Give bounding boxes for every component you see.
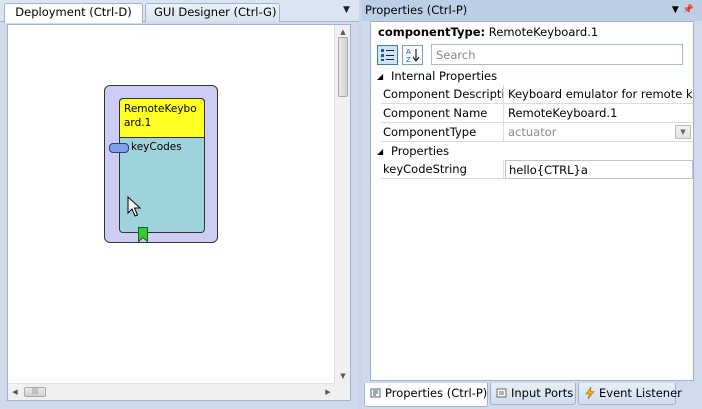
categorized-view-button[interactable] (377, 45, 398, 65)
tab-label: Input Ports (511, 386, 574, 400)
alphabetical-sort-button[interactable]: A Z (402, 45, 423, 65)
component-remote-keyboard[interactable]: RemoteKeyboard.1 keyCodes (104, 85, 218, 243)
svg-text:Z: Z (406, 56, 411, 63)
component-type-select[interactable]: actuator (505, 123, 693, 142)
properties-grid: keyCodeString hello{CTRL}a (381, 160, 693, 179)
component-type-label: componentType: (378, 25, 486, 39)
tab-label: Event Listener (599, 386, 682, 400)
keycodestring-input[interactable]: hello{CTRL}a (505, 160, 693, 179)
search-input[interactable] (431, 44, 683, 65)
tab-label: Properties (Ctrl-P) (385, 386, 488, 400)
horizontal-scrollbar[interactable]: ◀ ||| ▶ (8, 383, 335, 400)
input-port-label: keyCodes (131, 141, 182, 153)
property-value[interactable]: RemoteKeyboard.1 (505, 104, 693, 123)
properties-icon (370, 387, 382, 399)
tab-gui-designer[interactable]: GUI Designer (Ctrl-G) (145, 3, 280, 22)
event-port-icon[interactable] (138, 227, 148, 242)
properties-title: Properties (Ctrl-P) (365, 3, 468, 17)
property-name: ComponentType (381, 123, 504, 142)
deployment-canvas-frame: RemoteKeyboard.1 keyCodes ▲ ▼ ◀ ||| ▶ (7, 24, 351, 401)
section-label: Properties (391, 144, 450, 158)
deployment-canvas[interactable]: RemoteKeyboard.1 keyCodes (8, 25, 335, 383)
pin-icon[interactable]: 📌 (683, 5, 698, 15)
property-name: Component Description (381, 85, 504, 104)
input-port-keycodes[interactable] (109, 143, 129, 153)
sort-az-icon: A Z (406, 48, 419, 64)
property-row[interactable]: Component Description Keyboard emulator … (381, 85, 693, 104)
component-title[interactable]: RemoteKeyboard.1 (119, 98, 205, 138)
collapse-icon[interactable]: ◢ (377, 143, 383, 160)
vertical-scrollbar[interactable]: ▲ ▼ (334, 25, 350, 383)
property-row[interactable]: ComponentType actuator ▼ (381, 123, 693, 142)
tab-event-listener[interactable]: Event Listener (578, 383, 682, 405)
input-ports-icon (496, 387, 508, 399)
property-row[interactable]: keyCodeString hello{CTRL}a (381, 160, 693, 179)
properties-titlebar: Properties (Ctrl-P) ▼📌 (362, 0, 702, 21)
scroll-right-icon[interactable]: ▶ (321, 384, 335, 400)
mouse-cursor-icon (127, 196, 142, 217)
component-type-value: RemoteKeyboard.1 (488, 25, 599, 39)
section-internal-properties[interactable]: ◢ Internal Properties (371, 68, 693, 85)
property-row[interactable]: Component Name RemoteKeyboard.1 (381, 104, 693, 123)
scroll-left-icon[interactable]: ◀ (8, 384, 22, 400)
lightning-icon (584, 385, 596, 400)
scroll-corner (334, 383, 350, 400)
document-tabstrip: Deployment (Ctrl-D) GUI Designer (Ctrl-G… (0, 0, 359, 23)
scroll-down-icon[interactable]: ▼ (335, 369, 351, 383)
tab-deployment[interactable]: Deployment (Ctrl-D) (4, 3, 143, 23)
vertical-scroll-thumb[interactable] (338, 37, 348, 97)
tab-dropdown-icon[interactable]: ▼ (343, 5, 350, 15)
component-type-header: componentType: RemoteKeyboard.1 (378, 25, 598, 39)
categorized-icon (381, 49, 394, 61)
property-name: Component Name (381, 104, 504, 123)
pane-menu-icon[interactable]: ▼ (672, 5, 683, 15)
horizontal-scroll-thumb[interactable]: ||| (24, 387, 46, 397)
collapse-icon[interactable]: ◢ (377, 68, 383, 85)
section-properties[interactable]: ◢ Properties (371, 143, 693, 160)
section-label: Internal Properties (391, 69, 498, 83)
property-name: keyCodeString (381, 160, 504, 179)
properties-pane: Properties (Ctrl-P) ▼📌 componentType: Re… (362, 0, 702, 409)
tab-input-ports[interactable]: Input Ports (490, 383, 576, 405)
deployment-pane: Deployment (Ctrl-D) GUI Designer (Ctrl-G… (0, 0, 359, 409)
svg-text:A: A (406, 48, 411, 56)
property-value[interactable]: Keyboard emulator for remote keyboard (505, 85, 693, 104)
chevron-down-icon[interactable]: ▼ (675, 125, 691, 139)
bottom-tabstrip: Properties (Ctrl-P) Input Ports Event Li… (362, 383, 702, 409)
internal-properties-grid: Component Description Keyboard emulator … (381, 85, 693, 142)
property-grid: componentType: RemoteKeyboard.1 A Z ◢ In… (370, 21, 694, 381)
tab-properties[interactable]: Properties (Ctrl-P) (364, 383, 488, 407)
